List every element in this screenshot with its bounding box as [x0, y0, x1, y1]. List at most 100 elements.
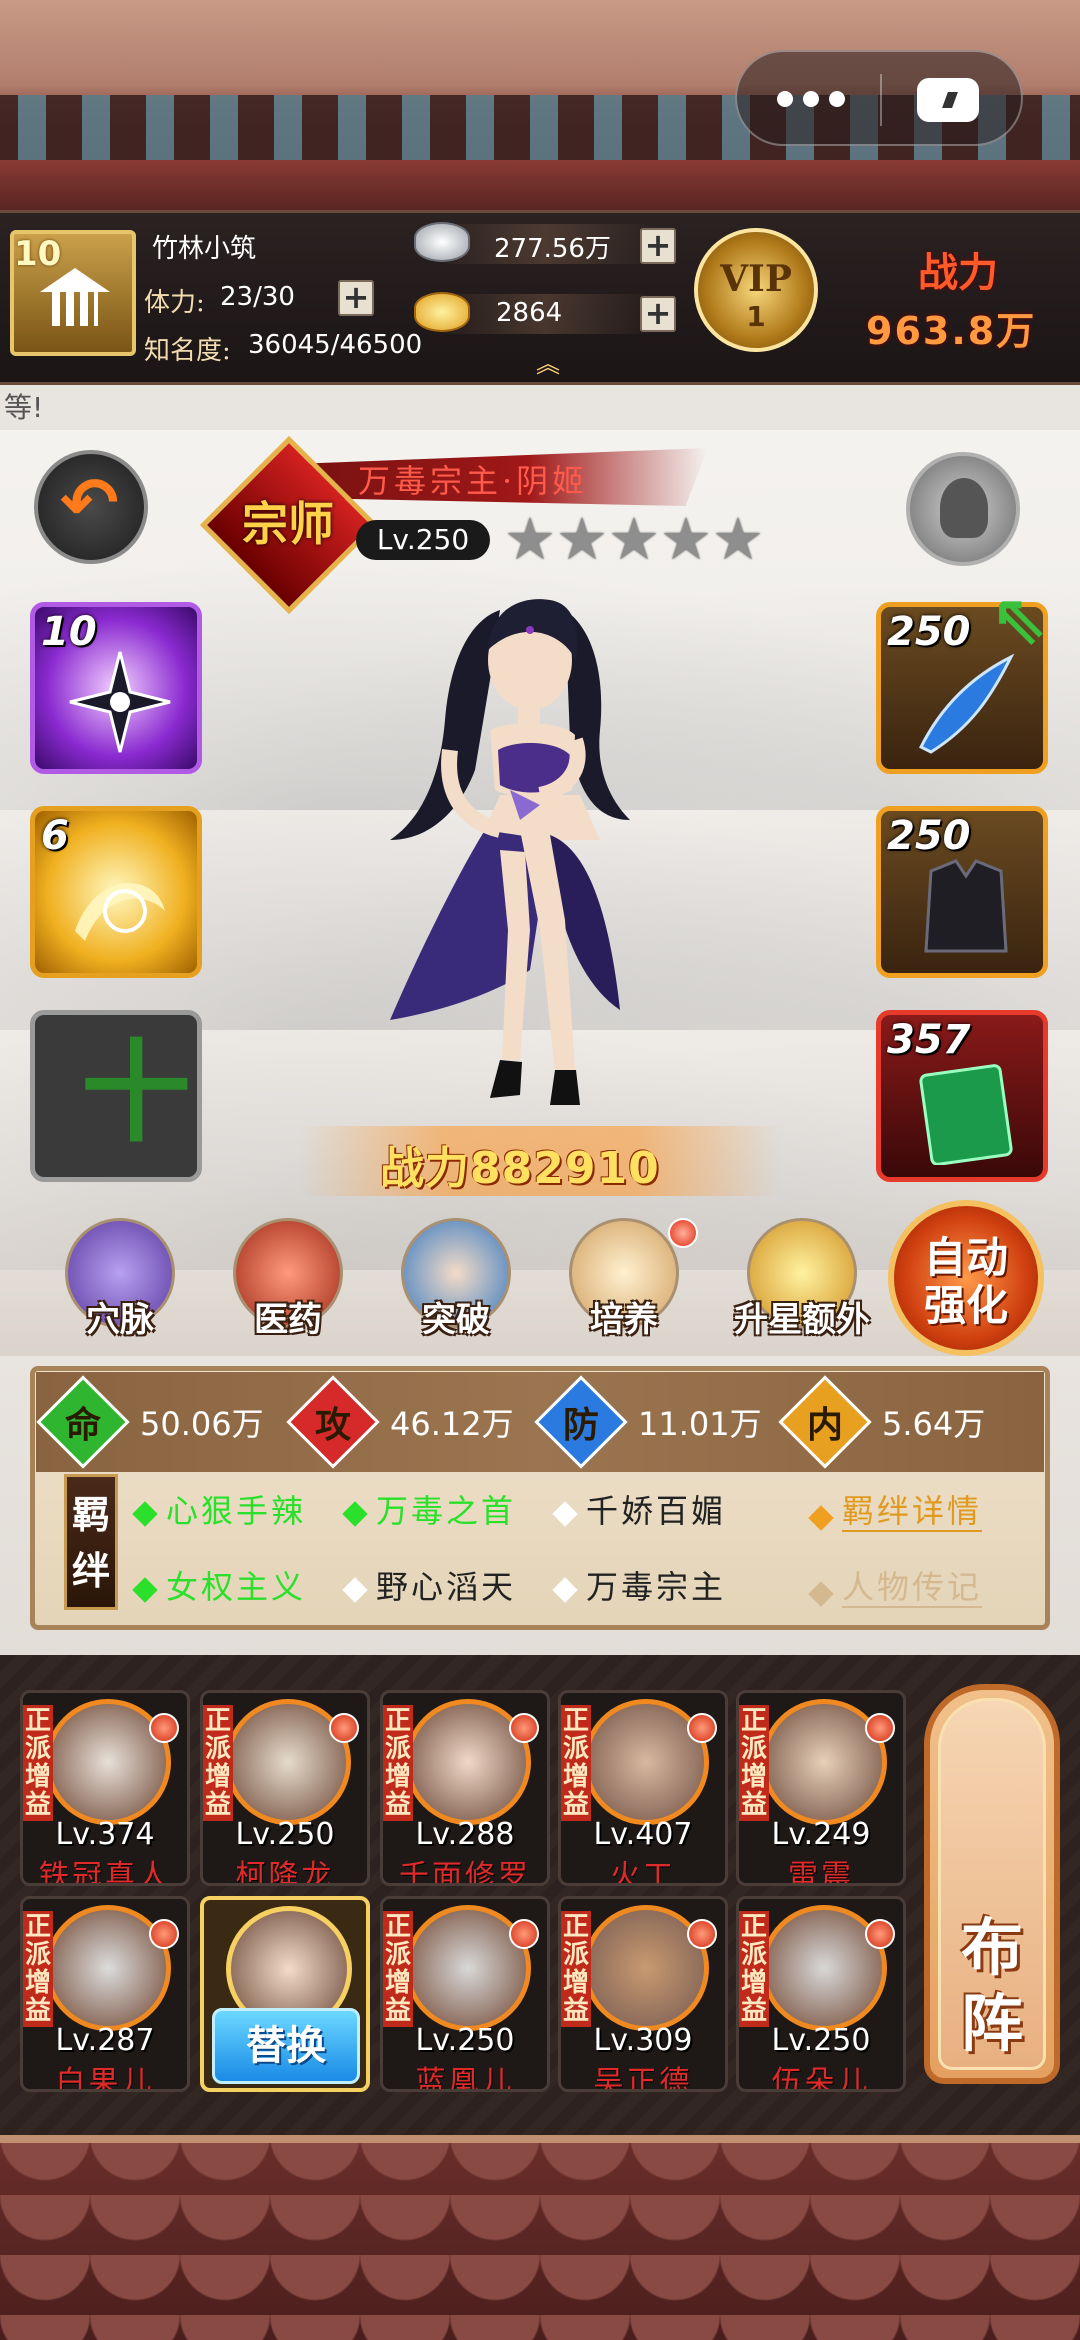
star-rating: ★ ★ ★ ★ ★	[504, 508, 764, 570]
fame-label: 知名度:	[144, 336, 231, 366]
hero-name: 柯降龙	[235, 1859, 335, 1886]
shuriken-skill-icon[interactable]: 10	[30, 602, 202, 774]
rank-text: 宗师	[242, 497, 334, 551]
roster-slot[interactable]: 替换	[200, 1896, 370, 2092]
roster-slot[interactable]: 正派增益 Lv.250 伍朵儿	[736, 1896, 906, 2092]
function-label: 升星额外	[734, 1300, 870, 1340]
bond-item: 野心滔天	[342, 1562, 516, 1608]
expand-chevron-icon[interactable]: ︽	[528, 344, 568, 378]
hero-level: Lv.250	[771, 2023, 871, 2058]
breakthrough-button[interactable]: 突破	[386, 1218, 526, 1368]
armor-vest-icon[interactable]: 250	[876, 806, 1048, 978]
auto-enhance-line1: 自动	[923, 1233, 1008, 1282]
silver-amount: 277.56万	[494, 234, 611, 264]
medicine-button[interactable]: 医药	[218, 1218, 358, 1368]
total-power-label: 战力	[918, 249, 998, 296]
gamepad-icon[interactable]	[917, 78, 979, 122]
star-icon: ★	[660, 505, 712, 573]
hero-name: 万毒宗主·阴姬	[358, 462, 589, 500]
roster-slot[interactable]: 正派增益 Lv.287 白果儿	[20, 1896, 190, 2092]
attribute-defense: 防 11.01万	[534, 1375, 762, 1469]
roster-slot[interactable]: 正派增益 Lv.309 吴正德	[558, 1896, 728, 2092]
pavilion-icon	[40, 268, 110, 328]
hero-level: Lv.250	[235, 1817, 335, 1852]
stamina-value: 23/30	[220, 282, 295, 312]
star-icon: ★	[608, 505, 660, 573]
gold-ingot-icon	[414, 292, 470, 332]
bond-detail-link[interactable]: 羁绊详情	[808, 1486, 983, 1532]
roster-slot[interactable]: 正派增益 Lv.250 蓝凰儿	[380, 1896, 550, 2092]
auto-enhance-button[interactable]: 自动 强化	[888, 1200, 1044, 1356]
roster-slot[interactable]: 正派增益 Lv.249 雷震	[736, 1690, 906, 1886]
bond-item: 女权主义	[132, 1562, 306, 1608]
roster-slot[interactable]: 正派增益 Lv.374 铁冠真人	[20, 1690, 190, 1886]
notification-dot	[509, 1919, 539, 1949]
hero-name: 铁冠真人	[39, 1859, 171, 1886]
equipment-level: 357	[887, 1017, 971, 1063]
hero-name: 千面修罗	[399, 1859, 531, 1886]
hero-level: Lv.309	[593, 2023, 693, 2058]
righteous-buff-tag: 正派增益	[383, 1911, 413, 2027]
roster-slot[interactable]: 正派增益 Lv.288 千面修罗	[380, 1690, 550, 1886]
bond-item: 千娇百媚	[552, 1486, 726, 1532]
attribute-hp: 命 50.06万	[36, 1375, 264, 1469]
bond-item: 万毒之首	[342, 1486, 516, 1532]
biography-link[interactable]: 人物传记	[808, 1562, 983, 1608]
function-label: 穴脉	[86, 1300, 154, 1340]
righteous-buff-tag: 正派增益	[23, 1911, 53, 2027]
hero-name: 伍朵儿	[771, 2065, 871, 2092]
hero-power: 战力882910	[380, 1143, 660, 1194]
hero-level: Lv.374	[55, 1817, 155, 1852]
vip-text: VIP	[720, 258, 792, 300]
hero-name: 火工	[610, 1859, 676, 1886]
hero-level: Lv.288	[415, 1817, 515, 1852]
auto-enhance-line2: 强化	[923, 1281, 1008, 1330]
silver-ingot-icon	[414, 222, 470, 262]
upgrade-arrow-icon[interactable]: ⇖	[990, 578, 1070, 660]
notification-dot	[687, 1713, 717, 1743]
hero-portrait	[390, 599, 630, 1105]
add-silver-button[interactable]: +	[640, 228, 676, 264]
green-book-icon[interactable]: 357	[876, 1010, 1048, 1182]
mini-program-capsule	[735, 50, 1023, 146]
hero-name: 吴正德	[593, 2065, 693, 2092]
add-gold-button[interactable]: +	[640, 296, 676, 332]
hero-name: 蓝凰儿	[415, 2065, 515, 2092]
hero-name: 雷震	[788, 1859, 854, 1886]
golden-wind-skill-icon[interactable]: 6	[30, 806, 202, 978]
back-icon[interactable]	[34, 450, 148, 564]
skill-level: 10	[41, 609, 97, 655]
attribute-value: 5.64万	[882, 1405, 986, 1443]
vip-badge[interactable]: VIP 1	[694, 228, 818, 352]
notification-dot	[865, 1713, 895, 1743]
scrolling-notice: 等!	[0, 385, 1080, 430]
attribute-value: 50.06万	[140, 1405, 264, 1443]
skill-level: 6	[41, 813, 69, 859]
swap-button[interactable]: 替换	[212, 2008, 360, 2084]
hero-level: Lv.287	[55, 2023, 155, 2058]
player-name: 竹林小筑	[152, 234, 257, 264]
vip-level: 1	[746, 300, 766, 333]
meridian-button[interactable]: 穴脉	[50, 1218, 190, 1368]
ellipsis-icon[interactable]	[777, 84, 847, 114]
attribute-internal: 内 5.64万	[778, 1375, 986, 1469]
righteous-buff-tag: 正派增益	[23, 1705, 53, 1821]
attribute-value: 46.12万	[390, 1405, 514, 1443]
star-up-extra-button[interactable]: 升星额外	[722, 1218, 882, 1368]
add-stamina-button[interactable]: +	[338, 280, 374, 316]
notification-dot	[149, 1919, 179, 1949]
function-label: 突破	[422, 1300, 490, 1340]
hero-level: Lv.249	[771, 1817, 871, 1852]
add-skill-icon[interactable]: 十	[30, 1010, 202, 1182]
roster-slot[interactable]: 正派增益 Lv.407 火工	[558, 1690, 728, 1886]
roster-slot[interactable]: 正派增益 Lv.250 柯降龙	[200, 1690, 370, 1886]
equipment-level: 250	[887, 609, 971, 655]
notification-dot	[687, 1919, 717, 1949]
star-icon: ★	[712, 505, 764, 573]
hero-level: Lv.407	[593, 1817, 693, 1852]
total-power-value: 963.8万	[866, 309, 1037, 353]
function-label: 医药	[254, 1300, 322, 1340]
hero-illustration-toggle-icon[interactable]	[906, 452, 1020, 566]
attribute-value: 11.01万	[638, 1405, 762, 1443]
bond-item: 万毒宗主	[552, 1562, 726, 1608]
